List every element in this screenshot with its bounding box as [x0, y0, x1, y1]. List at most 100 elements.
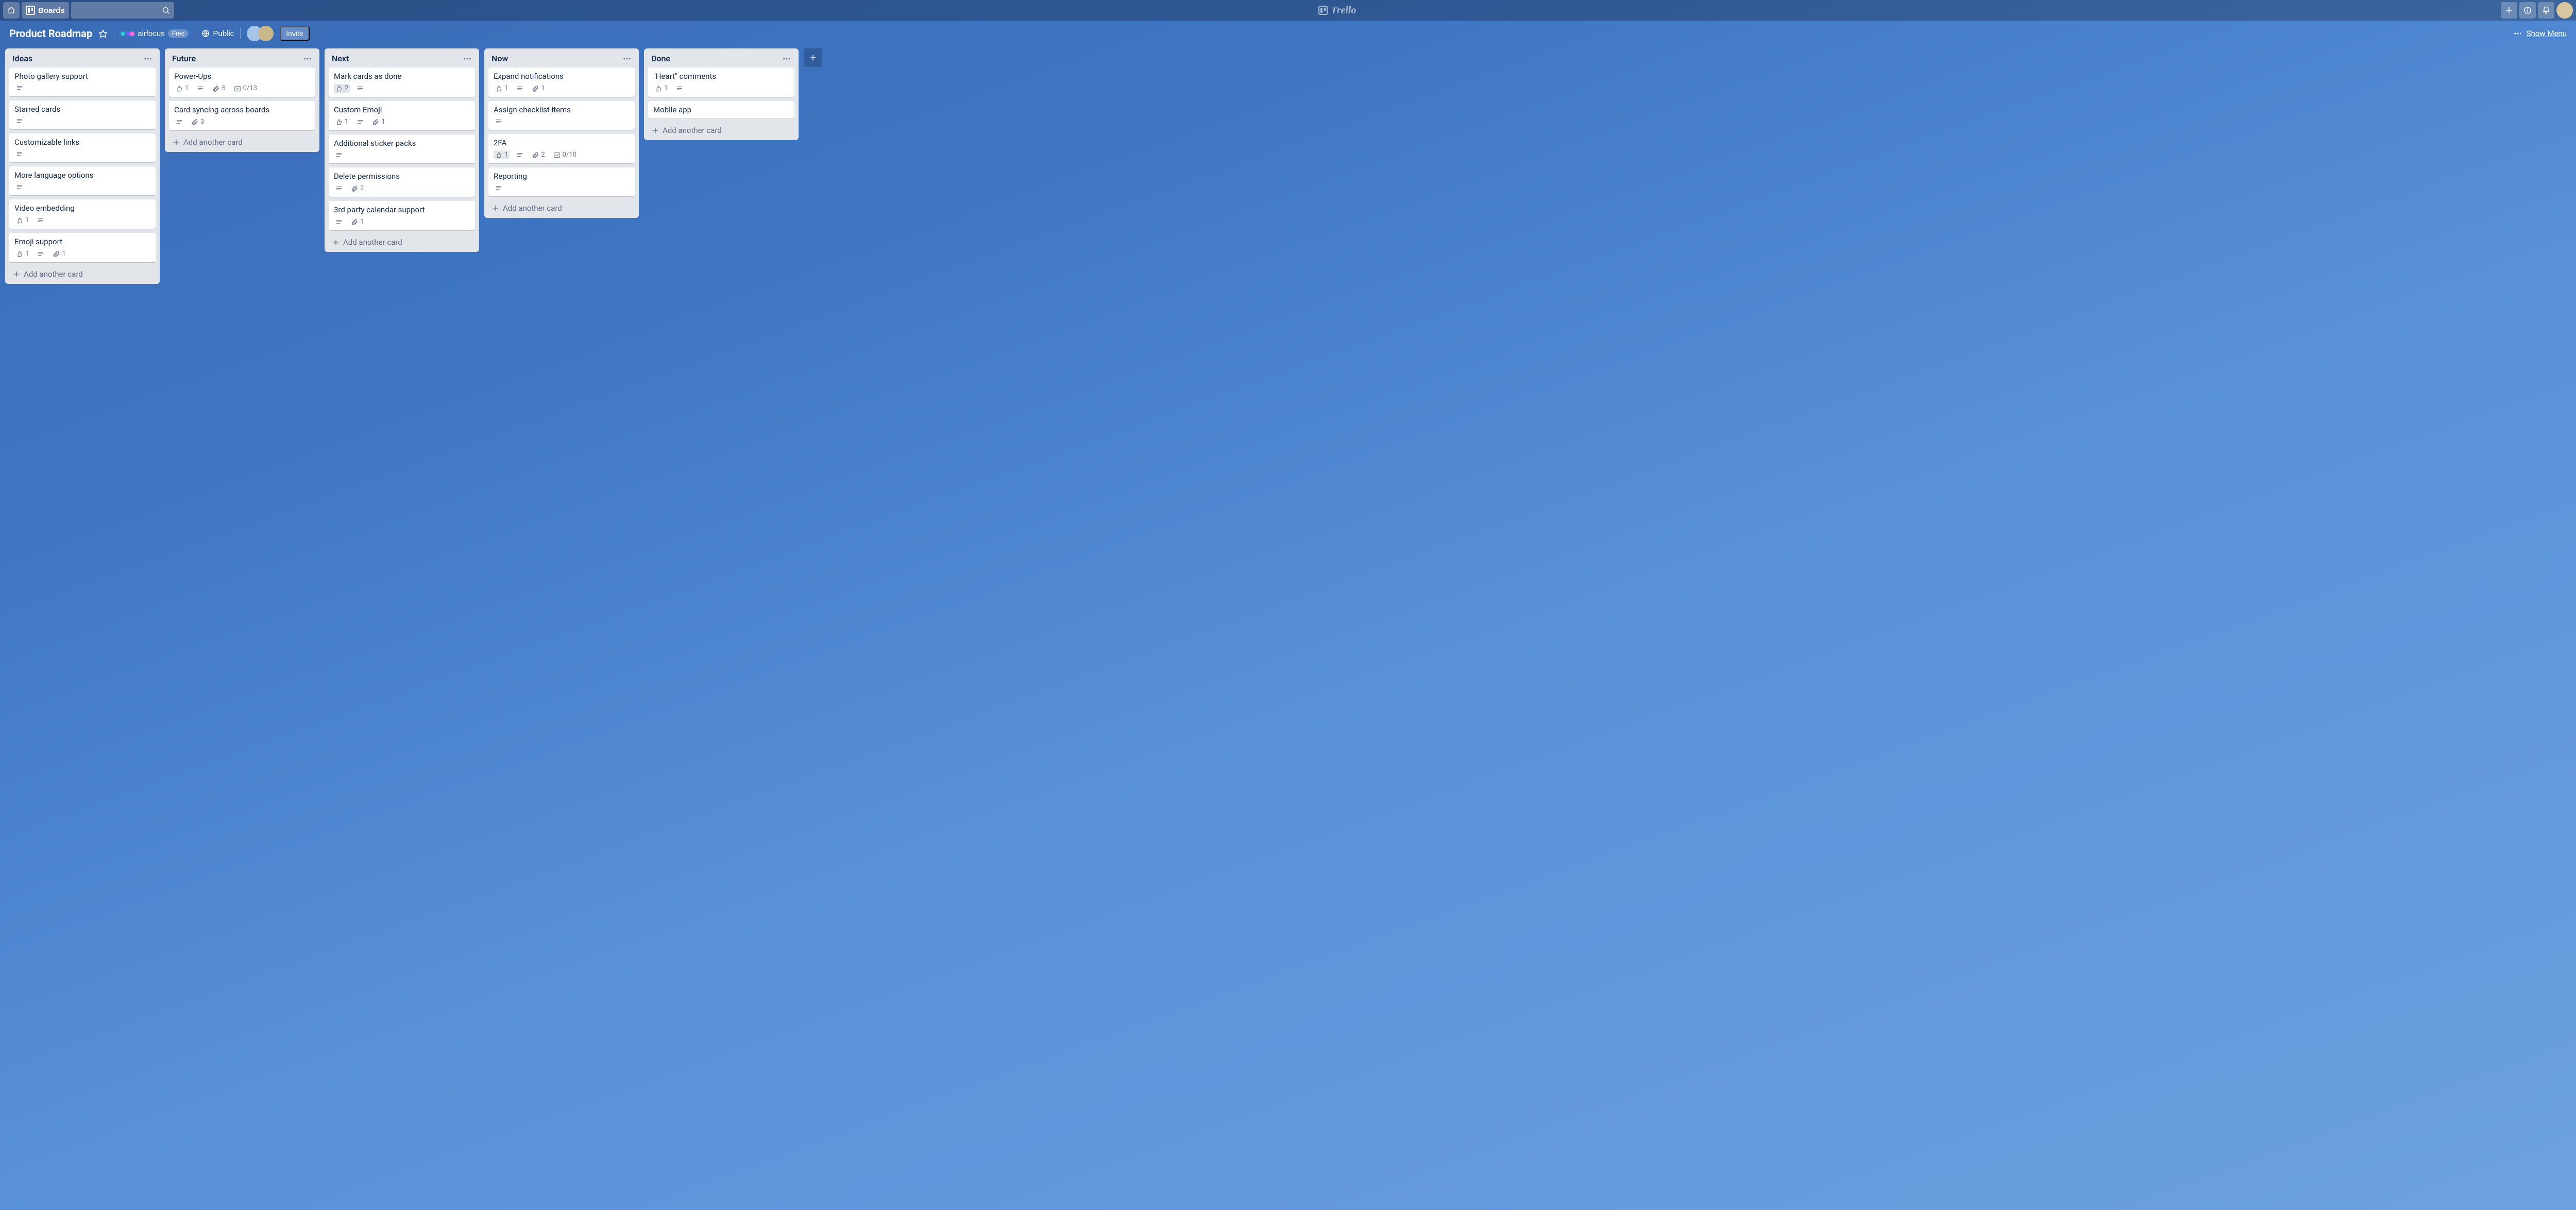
- description-badge-icon: [495, 118, 502, 125]
- attachments-badge-value: 2: [541, 151, 545, 159]
- card[interactable]: 3rd party calendar support1: [329, 201, 475, 230]
- votes-badge-value: 1: [25, 250, 29, 258]
- app-logo[interactable]: Trello: [1318, 5, 1356, 16]
- card[interactable]: Power-Ups150/13: [169, 68, 315, 97]
- invite-button[interactable]: Invite: [280, 26, 309, 41]
- attachments-badge-value: 1: [62, 250, 65, 258]
- card-badges: [14, 84, 150, 92]
- board-members[interactable]: [247, 26, 274, 41]
- card[interactable]: 2FA120/10: [488, 134, 635, 163]
- card[interactable]: Card syncing across boards3: [169, 101, 315, 130]
- user-avatar[interactable]: [2556, 2, 2573, 19]
- attachments-badge: 3: [190, 117, 206, 126]
- card[interactable]: Starred cards: [9, 100, 156, 129]
- votes-badge-icon: [16, 250, 23, 258]
- votes-badge: 1: [334, 117, 350, 126]
- show-menu-button[interactable]: Show Menu: [2513, 29, 2567, 38]
- boards-button[interactable]: Boards: [22, 2, 69, 19]
- card[interactable]: Additional sticker packs: [329, 135, 475, 163]
- star-button[interactable]: [98, 29, 108, 38]
- attachments-badge-value: 5: [222, 85, 225, 92]
- attachments-badge: 1: [530, 84, 546, 93]
- info-button[interactable]: [2519, 2, 2536, 19]
- visibility-button[interactable]: Public: [201, 29, 234, 38]
- add-card-button[interactable]: Add another card: [648, 123, 794, 136]
- card-title: More language options: [14, 171, 150, 180]
- description-badge-icon: [357, 119, 364, 126]
- add-card-button[interactable]: Add another card: [488, 200, 635, 214]
- card-badges: 1: [653, 84, 789, 93]
- attachments-badge: 2: [530, 150, 546, 159]
- card[interactable]: Custom Emoji11: [329, 101, 475, 130]
- list: Future Power-Ups150/13 Card syncing across…: [165, 48, 319, 152]
- card[interactable]: Expand notifications11: [488, 68, 635, 97]
- votes-badge: 1: [14, 249, 30, 258]
- list-menu-button[interactable]: [622, 54, 632, 63]
- votes-badge: 1: [14, 216, 30, 225]
- card-badges: 150/13: [174, 84, 310, 93]
- card[interactable]: Mobile app: [648, 101, 794, 119]
- description-badge-icon: [16, 183, 23, 191]
- list-menu-button[interactable]: [463, 54, 472, 63]
- card-title: Expand notifications: [494, 72, 630, 81]
- search-input[interactable]: [71, 2, 174, 19]
- card[interactable]: Video embedding1: [9, 199, 156, 229]
- description-badge: [515, 151, 525, 159]
- attachments-badge-icon: [191, 119, 198, 126]
- list-title[interactable]: Done: [651, 54, 670, 63]
- search-icon: [162, 6, 170, 14]
- list-title[interactable]: Next: [332, 54, 349, 63]
- list-title[interactable]: Ideas: [12, 54, 32, 63]
- list-menu-button[interactable]: [782, 54, 791, 63]
- description-badge: [174, 118, 184, 126]
- home-button[interactable]: [3, 2, 20, 19]
- list: NextMark cards as done2Custom Emoji11Add…: [325, 48, 479, 252]
- checklist-badge-icon: [234, 85, 241, 92]
- list-title[interactable]: Now: [492, 54, 508, 63]
- card-badges: 2: [334, 84, 470, 93]
- team-button[interactable]: airfocus Free: [121, 29, 189, 38]
- add-card-button[interactable]: Add another card: [169, 135, 315, 148]
- card[interactable]: Customizable links: [9, 133, 156, 162]
- card[interactable]: Photo gallery support: [9, 68, 156, 96]
- plus-icon: [492, 204, 500, 212]
- list-menu-button[interactable]: [303, 54, 312, 63]
- attachments-badge-value: 1: [381, 118, 385, 126]
- card[interactable]: "Heart" comments1: [648, 68, 794, 97]
- description-badge-icon: [16, 150, 23, 158]
- card-title: Mark cards as done: [334, 72, 470, 81]
- card[interactable]: Reporting: [488, 167, 635, 196]
- add-card-button[interactable]: Add another card: [9, 266, 156, 280]
- list-menu-button[interactable]: [143, 54, 152, 63]
- card-title: Additional sticker packs: [334, 139, 470, 148]
- description-badge: [494, 184, 504, 192]
- globe-icon: [201, 29, 210, 38]
- bell-icon: [2542, 6, 2550, 14]
- create-button[interactable]: [2501, 2, 2517, 19]
- board-title[interactable]: Product Roadmap: [9, 27, 92, 40]
- add-card-button[interactable]: Add another card: [329, 234, 475, 248]
- team-plan-badge: Free: [168, 29, 189, 38]
- description-badge-icon: [176, 119, 183, 126]
- description-badge: [494, 117, 504, 126]
- card-badges: [494, 184, 630, 192]
- votes-badge-icon: [335, 119, 343, 126]
- list: Ideas Photo gallery support Starred cards C…: [5, 48, 160, 284]
- card[interactable]: Emoji support11: [9, 233, 156, 262]
- card[interactable]: Assign checklist items: [488, 101, 635, 130]
- add-list-button[interactable]: [804, 48, 822, 67]
- list-header: Now: [488, 53, 635, 63]
- card[interactable]: Delete permissions2: [329, 167, 475, 197]
- list-header: Ideas: [9, 53, 156, 63]
- card-badges: 1: [14, 216, 150, 225]
- card-badges: [494, 117, 630, 126]
- list-title[interactable]: Future: [172, 54, 196, 63]
- description-badge: [334, 184, 344, 193]
- member-avatar[interactable]: [258, 26, 274, 41]
- plus-icon: [172, 138, 180, 146]
- card[interactable]: Mark cards as done 2: [329, 68, 475, 97]
- description-badge: [14, 150, 25, 158]
- card[interactable]: More language options: [9, 166, 156, 195]
- notifications-button[interactable]: [2538, 2, 2554, 19]
- votes-badge: 2: [334, 84, 350, 93]
